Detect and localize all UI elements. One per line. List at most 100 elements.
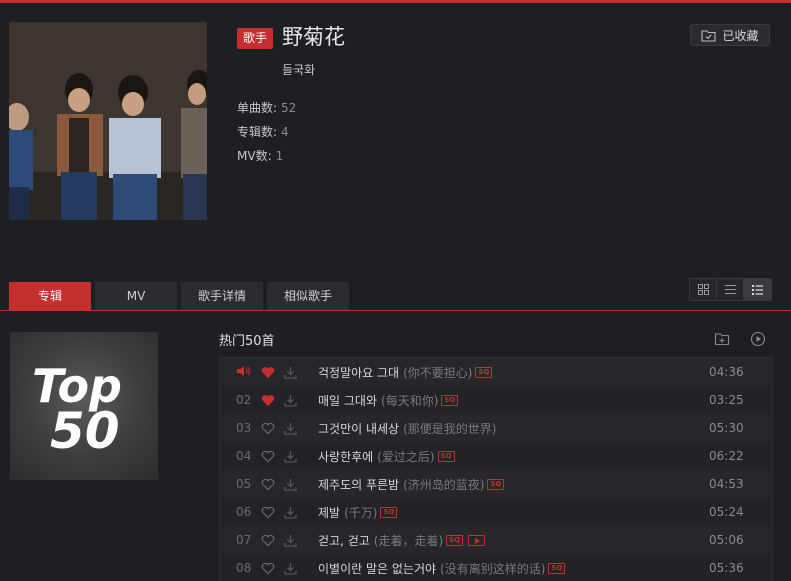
download-icon[interactable] [284, 478, 297, 491]
stat-value: 4 [281, 125, 289, 139]
mv-play-icon[interactable] [468, 534, 486, 546]
play-all-icon[interactable] [750, 331, 766, 347]
stat-value: 1 [275, 149, 284, 163]
song-title[interactable]: 제발 [318, 504, 340, 521]
heart-icon[interactable] [261, 450, 275, 463]
stat-value: 52 [281, 101, 297, 115]
grid-view-icon [697, 284, 709, 295]
song-title-group: 걷고, 걷고 (走着，走着) SQ [318, 532, 486, 549]
song-row[interactable]: 02 매일 그대와 (每天和你) SQ 03:25 [220, 386, 772, 414]
heart-icon[interactable] [261, 534, 275, 547]
sq-quality-badge: SQ [475, 366, 493, 378]
song-duration: 03:25 [709, 393, 744, 407]
song-index: 03 [236, 421, 252, 435]
sq-quality-badge: SQ [437, 450, 455, 462]
song-title[interactable]: 제주도의 푸른밤 [318, 476, 399, 493]
song-row[interactable]: 03 그것만이 내세상 (那便是我的世界) 05:30 [220, 414, 772, 442]
detail-list-view-button[interactable] [744, 279, 771, 300]
download-icon[interactable] [284, 534, 297, 547]
tab-similar-artists[interactable]: 相似歌手 [267, 282, 349, 310]
song-row[interactable]: 걱정말아요 그대 (你不要担心) SQ 04:36 [220, 358, 772, 386]
tab-albums[interactable]: 专辑 [9, 282, 91, 310]
sq-quality-badge: SQ [446, 534, 464, 546]
song-index: 04 [236, 449, 252, 463]
download-icon[interactable] [284, 562, 297, 575]
song-index: 07 [236, 533, 252, 547]
song-index: 02 [236, 393, 252, 407]
sq-quality-badge: SQ [380, 506, 398, 518]
song-title[interactable]: 이별이란 말은 없는거야 [318, 560, 436, 577]
list-title: 热门50首 [219, 334, 275, 349]
download-icon[interactable] [284, 366, 297, 379]
artist-alias: 들국화 [282, 63, 316, 77]
song-subtitle: (爱过之后) [377, 449, 435, 464]
song-title-group: 걱정말아요 그대 (你不要担心) SQ [318, 364, 493, 381]
liked-heart-icon[interactable] [261, 394, 275, 407]
download-icon[interactable] [284, 450, 297, 463]
download-icon[interactable] [284, 422, 297, 435]
song-duration: 05:36 [709, 561, 744, 575]
grid-view-button[interactable] [690, 279, 717, 300]
favorite-button[interactable]: 已收藏 [690, 24, 770, 46]
sq-quality-badge: SQ [487, 478, 505, 490]
heart-icon[interactable] [261, 478, 275, 491]
stat-label: 单曲数: [237, 101, 278, 115]
song-duration: 06:22 [709, 449, 744, 463]
song-index: 05 [236, 477, 252, 491]
song-title-group: 그것만이 내세상 (那便是我的世界) [318, 420, 496, 437]
song-duration: 05:06 [709, 533, 744, 547]
top50-cover-text-bottom: 50 [50, 402, 120, 460]
song-title[interactable]: 걷고, 걷고 [318, 532, 370, 549]
tab-mv[interactable]: MV [95, 282, 177, 310]
song-row[interactable]: 08 이별이란 말은 없는거야 (没有离别这样的话) SQ 05:36 [220, 554, 772, 581]
heart-icon[interactable] [261, 506, 275, 519]
song-subtitle: (没有离别这样的话) [440, 561, 546, 576]
song-title[interactable]: 매일 그대와 [318, 392, 377, 409]
song-subtitle: (济州岛的蓝夜) [403, 477, 485, 492]
list-view-icon [724, 285, 736, 294]
song-duration: 05:30 [709, 421, 744, 435]
list-view-button[interactable] [717, 279, 744, 300]
stat-mvs: MV数: 1 [237, 147, 283, 164]
song-row[interactable]: 06 제발 (千万) SQ 05:24 [220, 498, 772, 526]
song-row[interactable]: 07 걷고, 걷고 (走着，走着) SQ 05:06 [220, 526, 772, 554]
song-title-group: 이별이란 말은 없는거야 (没有离别这样的话) SQ [318, 560, 566, 577]
song-index: 06 [236, 505, 252, 519]
download-icon[interactable] [284, 394, 297, 407]
song-title[interactable]: 걱정말아요 그대 [318, 364, 399, 381]
sq-quality-badge: SQ [441, 394, 459, 406]
tab-artist-details[interactable]: 歌手详情 [181, 282, 263, 310]
song-subtitle: (每天和你) [381, 393, 439, 408]
artist-photo [9, 22, 207, 220]
top-accent-line [0, 0, 791, 3]
song-title-group: 제주도의 푸른밤 (济州岛的蓝夜) SQ [318, 476, 505, 493]
list-actions [714, 331, 766, 347]
song-title[interactable]: 그것만이 내세상 [318, 420, 399, 437]
top50-cover: Top 50 [10, 332, 158, 480]
song-duration: 04:36 [709, 365, 744, 379]
song-duration: 05:24 [709, 505, 744, 519]
favorite-label: 已收藏 [722, 28, 759, 43]
add-to-folder-icon[interactable] [714, 331, 730, 347]
song-row[interactable]: 04 사랑한후에 (爱过之后) SQ 06:22 [220, 442, 772, 470]
view-switch [689, 278, 772, 301]
heart-icon[interactable] [261, 422, 275, 435]
song-title-group: 사랑한후에 (爱过之后) SQ [318, 448, 455, 465]
artist-name: 野菊花 [282, 25, 345, 49]
song-title[interactable]: 사랑한후에 [318, 448, 373, 465]
artist-badge: 歌手 [237, 28, 274, 49]
download-icon[interactable] [284, 506, 297, 519]
stat-albums: 专辑数: 4 [237, 123, 289, 140]
song-subtitle: (走着，走着) [373, 533, 444, 548]
sq-quality-badge: SQ [548, 562, 566, 574]
song-subtitle: (你不要担心) [403, 365, 473, 380]
tab-underline [0, 310, 791, 311]
folder-icon [701, 29, 717, 42]
song-subtitle: (千万) [344, 505, 378, 520]
now-playing-icon [236, 365, 252, 380]
artist-tabs: 专辑 MV 歌手详情 相似歌手 [9, 282, 349, 310]
song-row[interactable]: 05 제주도의 푸른밤 (济州岛的蓝夜) SQ 04:53 [220, 470, 772, 498]
heart-icon[interactable] [261, 562, 275, 575]
liked-heart-icon[interactable] [261, 366, 275, 379]
song-index: 08 [236, 561, 252, 575]
